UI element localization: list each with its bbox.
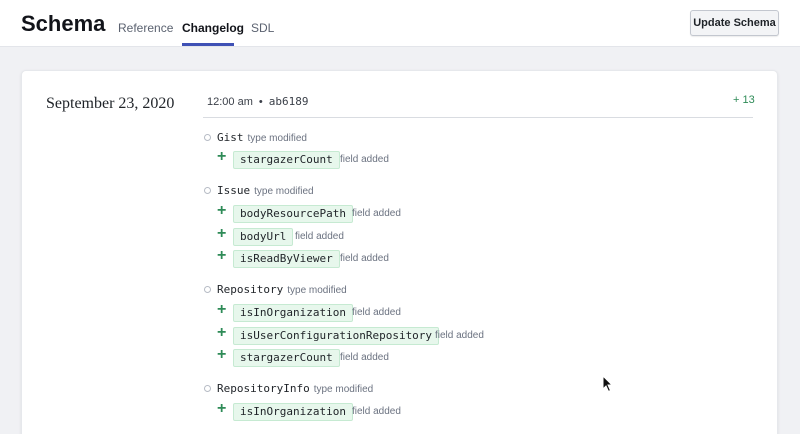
type-note: type modified [313,384,374,395]
type-name: RepositoryInfo type modified [217,382,373,395]
commit-hash[interactable]: ab6189 [269,95,309,108]
field-chip[interactable]: isUserConfigurationRepository [233,327,440,345]
field-note: field added [295,231,344,242]
type-name-text: Repository [217,283,284,296]
entry-meta: 12:00 am • ab6189 [207,95,308,108]
tab-reference[interactable]: Reference [118,21,173,35]
update-schema-button[interactable]: Update Schema [690,10,779,36]
type-name: Gist type modified [217,131,307,144]
type-name-text: Gist [217,131,244,144]
entry-time: 12:00 am [207,96,253,108]
type-name-text: Issue [217,184,251,197]
entry-date: September 23, 2020 [46,95,175,112]
field-chip[interactable]: stargazerCount [233,349,340,367]
plus-icon: + [217,346,227,363]
field-note: field added [340,253,389,264]
bullet-icon [204,286,211,293]
plus-icon: + [217,400,227,417]
tab-sdl[interactable]: SDL [251,21,274,35]
type-name-text: RepositoryInfo [217,382,310,395]
type-name: Repository type modified [217,283,347,296]
change-count: + 13 [733,94,755,106]
field-chip[interactable]: isInOrganization [233,304,353,322]
field-note: field added [352,208,401,219]
field-chip[interactable]: bodyUrl [233,228,294,246]
plus-icon: + [217,301,227,318]
mouse-cursor-icon [602,375,614,393]
type-note: type modified [247,133,307,144]
changelog-card [21,70,778,434]
plus-icon: + [217,324,227,341]
field-chip[interactable]: isReadByViewer [233,250,340,268]
field-chip[interactable]: bodyResourcePath [233,205,353,223]
type-name: Issue type modified [217,184,314,197]
plus-icon: + [217,148,227,165]
type-note: type modified [287,285,347,296]
active-tab-indicator [182,43,234,46]
tab-changelog[interactable]: Changelog [182,21,244,35]
plus-icon: + [217,225,227,242]
field-note: field added [352,406,401,417]
field-chip[interactable]: stargazerCount [233,151,340,169]
bullet-icon [204,187,211,194]
meta-separator: • [258,96,263,108]
divider [203,117,753,118]
field-note: field added [352,307,401,318]
field-note: field added [435,330,484,341]
field-note: field added [340,154,389,165]
schema-title: Schema [21,11,106,36]
plus-icon: + [217,247,227,264]
bullet-icon [204,134,211,141]
field-chip[interactable]: isInOrganization [233,403,353,421]
top-bar: Schema Reference Changelog SDL Update Sc… [0,0,800,47]
plus-icon: + [217,202,227,219]
type-note: type modified [254,186,314,197]
bullet-icon [204,385,211,392]
field-note: field added [340,352,389,363]
